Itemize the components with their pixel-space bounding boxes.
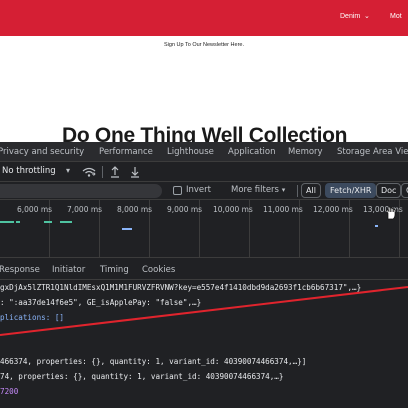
tick-label: 8,000 ms [117, 205, 153, 214]
tab-lighthouse[interactable]: Lighthouse [167, 147, 214, 157]
tab-timing[interactable]: Timing [100, 265, 129, 275]
code-token: : ":aa37de14f6e5", GE_isApplePay: "false… [0, 297, 202, 307]
throttle-select[interactable]: No throttling [2, 166, 56, 176]
toolbar-divider [102, 166, 103, 178]
filter-input[interactable] [0, 184, 162, 198]
upload-icon[interactable] [110, 166, 120, 178]
download-icon[interactable] [130, 166, 140, 178]
code-token: 7200 [0, 386, 19, 396]
code-line: 7200 [0, 387, 18, 396]
request-bar [44, 221, 52, 223]
code-token: 466374, properties: {}, quantity: 1, var… [0, 357, 307, 366]
tab-memory[interactable]: Memory [288, 147, 323, 157]
toolbar-divider [297, 185, 298, 197]
devtools-panel-tabs: Privacy and security Performance Lightho… [0, 142, 408, 162]
code-line: : ":aa37de14f6e5", GE_isApplePay: "false… [0, 298, 201, 307]
devtools-panel: Privacy and security Performance Lightho… [0, 142, 408, 408]
tick-label: 9,000 ms [167, 205, 203, 214]
type-filter-fetch-xhr[interactable]: Fetch/XHR [325, 183, 377, 198]
type-filter-all[interactable]: All [301, 183, 321, 198]
code-line: gxDjAx5lZTR1Q1NldIMEsxQ1M1M1FURVZFRVNW?k… [0, 283, 361, 292]
tab-performance[interactable]: Performance [99, 147, 153, 157]
tick-label: 6,000 ms [17, 205, 53, 214]
more-filters-dropdown[interactable]: More filters ▾ [231, 185, 285, 195]
response-preview[interactable]: gxDjAx5lZTR1Q1NldIMEsxQ1M1M1FURVZFRVNW?k… [0, 280, 408, 408]
type-filter-css[interactable]: C [401, 183, 408, 198]
tab-storage-area-view[interactable]: Storage Area View [337, 147, 408, 157]
nav-item-more[interactable]: Mot [390, 13, 402, 20]
request-bar [60, 221, 72, 223]
tab-response[interactable]: Response [0, 265, 40, 275]
chevron-down-icon: ⌄ [364, 13, 370, 20]
tab-application[interactable]: Application [228, 147, 276, 157]
type-filter-doc[interactable]: Doc [376, 183, 402, 198]
tab-initiator[interactable]: Initiator [52, 265, 85, 275]
nav-item-denim[interactable]: Denim [340, 13, 360, 20]
chevron-down-icon[interactable]: ▾ [66, 166, 70, 175]
request-bar [375, 225, 378, 227]
request-detail-tabs: Response Initiator Timing Cookies [0, 259, 408, 280]
tick-label: 12,000 ms [313, 205, 353, 214]
website-viewport: Denim ⌄ Mot Sign Up To Our Newsletter He… [0, 0, 408, 146]
code-token: plications: [] [0, 312, 65, 322]
request-bar [122, 228, 132, 230]
request-bar [16, 221, 20, 223]
chevron-down-icon: ▾ [281, 186, 286, 194]
code-line: 74, properties: {}, quantity: 1, variant… [0, 372, 283, 381]
tab-privacy-security[interactable]: Privacy and security [0, 147, 84, 157]
throttle-toolbar: No throttling ▾ [0, 162, 408, 182]
tick-label: 11,000 ms [263, 205, 303, 214]
newsletter-link[interactable]: Sign Up To Our Newsletter Here. [0, 42, 408, 48]
tick-label: 7,000 ms [67, 205, 103, 214]
network-overview-timeline[interactable]: 6,000 ms 7,000 ms 8,000 ms 9,000 ms 10,0… [0, 200, 408, 258]
code-line: 466374, properties: {}, quantity: 1, var… [0, 357, 306, 366]
hand-cursor-icon [386, 206, 396, 220]
site-nav-bar: Denim ⌄ Mot [0, 0, 408, 36]
code-token: gxDjAx5lZTR1Q1NldIMEsxQ1M1M1FURVZFRVNW?k… [0, 283, 362, 292]
invert-checkbox[interactable] [173, 186, 182, 195]
tab-cookies[interactable]: Cookies [142, 265, 175, 275]
invert-label: Invert [186, 185, 211, 195]
wifi-icon[interactable] [82, 167, 96, 177]
code-token: 74, properties: {}, quantity: 1, variant… [0, 371, 284, 381]
network-filter-bar: Invert More filters ▾ All Fetch/XHR Doc … [0, 182, 408, 200]
more-filters-label: More filters [231, 185, 279, 195]
code-line: plications: [] [0, 313, 64, 322]
request-bar [0, 221, 14, 223]
tick-label: 10,000 ms [213, 205, 253, 214]
